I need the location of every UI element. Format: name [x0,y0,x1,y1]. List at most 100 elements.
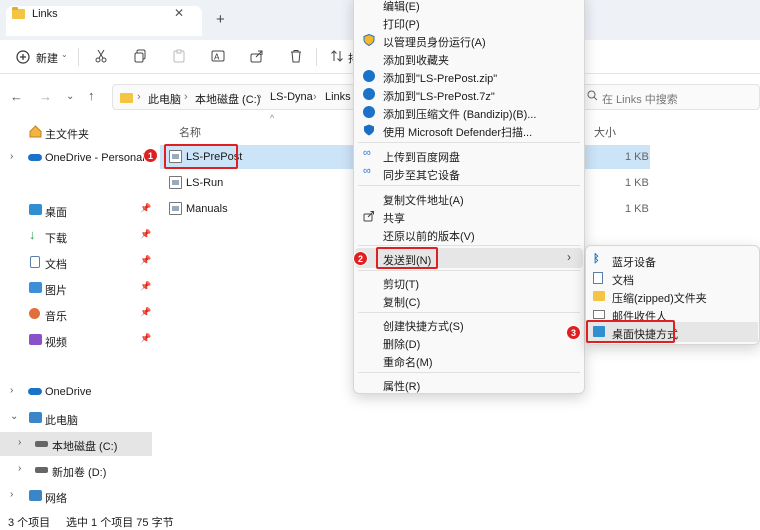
paste-icon[interactable] [170,47,188,65]
defender-shield-icon [363,124,375,136]
menu-item-create-shortcut[interactable]: 创建快捷方式(S) [355,315,583,333]
menu-item-rename[interactable]: 重命名(M) [355,351,583,369]
file-name: LS-Run [186,177,224,189]
file-size: 1 KB [625,203,649,215]
menu-item-run-as-admin[interactable]: 以管理员身份运行(A) [355,31,583,49]
forward-icon[interactable]: → [39,89,52,104]
chevron-right-icon[interactable]: › [10,151,13,162]
nav-item-videos[interactable]: 视频 📌 [0,328,152,352]
nav-item-onedrive[interactable]: › OneDrive [0,380,152,404]
chevron-down-icon[interactable]: ⌄ [10,411,18,422]
desktop-icon [29,204,42,215]
nav-item-onedrive-personal[interactable]: › OneDrive - Personal [0,146,152,170]
search-icon [587,90,598,104]
nav-label: 此电脑 [45,415,78,427]
new-tab-button[interactable]: + [216,11,225,28]
bandizip-icon [363,88,375,100]
menu-item-add-bandizip[interactable]: 添加到压缩文件 (Bandizip)(B)... [355,103,583,121]
chevron-right-icon[interactable]: › [18,437,21,448]
menu-divider [358,312,580,313]
menu-item-cut[interactable]: 剪切(T) [355,273,583,291]
nav-label: 新加卷 (D:) [52,467,107,479]
column-header-name[interactable]: 名称 [179,124,201,140]
rename-icon[interactable]: A [209,47,227,65]
back-icon[interactable]: ← [10,89,23,104]
breadcrumb-ls-dyna[interactable]: LS-Dyna [270,91,313,103]
breadcrumb-links[interactable]: Links [325,91,351,103]
nav-item-pictures[interactable]: 图片 📌 [0,276,152,300]
new-button[interactable]: 新建 [36,50,58,66]
chevron-right-icon: › [313,91,317,103]
menu-item-print[interactable]: 打印(P) [355,13,583,31]
breadcrumb-this-pc[interactable]: 此电脑 [148,91,181,107]
menu-divider [358,372,580,373]
menu-item-add-7z[interactable]: 添加到"LS-PrePost.7z" [355,85,583,103]
video-icon [29,334,42,345]
step-badge-1: 1 [143,148,158,163]
nav-item-music[interactable]: 音乐 📌 [0,302,152,326]
nav-item-local-disk[interactable]: › 本地磁盘 (C:) [0,432,152,456]
drive-icon [35,467,48,473]
close-tab-icon[interactable]: ✕ [174,6,184,20]
download-icon: ↓ [29,227,36,242]
folder-icon [12,7,25,19]
breadcrumb-local-disk[interactable]: 本地磁盘 (C:) [195,91,260,107]
nav-item-this-pc[interactable]: ⌄ 此电脑 [0,406,152,430]
menu-item-baidu-upload[interactable]: ∞ 上传到百度网盘 [355,146,583,164]
pin-icon[interactable]: 📌 [140,333,151,344]
cut-icon[interactable] [92,47,110,65]
annotation-box [586,320,675,343]
chevron-right-icon[interactable]: › [18,463,21,474]
chevron-right-icon: › [567,250,571,264]
file-name: Manuals [186,203,228,215]
menu-item-properties[interactable]: 属性(R) [355,375,583,393]
document-icon [593,272,603,284]
menu-divider [358,142,580,143]
menu-item-defender-scan[interactable]: 使用 Microsoft Defender扫描... [355,121,583,139]
chevron-right-icon[interactable]: › [10,489,13,500]
send-to-zip-folder[interactable]: 压缩(zipped)文件夹 [587,287,758,305]
sort-arrow-icon: ^ [270,113,275,123]
file-size: 1 KB [625,177,649,189]
pin-icon[interactable]: 📌 [140,255,151,266]
nav-label: 桌面 [45,207,67,219]
send-to-documents[interactable]: 文档 [587,269,758,287]
chevron-right-icon: › [258,91,262,103]
column-header-size[interactable]: 大小 [594,124,616,140]
menu-item-copy[interactable]: 复制(C) [355,291,583,309]
nav-item-network[interactable]: › 网络 [0,484,152,508]
send-to-bluetooth[interactable]: ᛒ 蓝牙设备 [587,251,758,269]
share-icon [363,210,375,222]
nav-item-desktop[interactable]: 桌面 📌 [0,198,152,222]
search-placeholder: 在 Links 中搜索 [602,94,678,106]
menu-item-add-favorites[interactable]: 添加到收藏夹 [355,49,583,67]
pin-icon[interactable]: 📌 [140,307,151,318]
menu-divider [358,270,580,271]
menu-item-share[interactable]: 共享 [355,207,583,225]
nav-item-documents[interactable]: 文档 📌 [0,250,152,274]
pin-icon[interactable]: 📌 [140,229,151,240]
delete-icon[interactable] [287,47,305,65]
nav-label: 本地磁盘 (C:) [52,441,118,453]
pin-icon[interactable]: 📌 [140,203,151,214]
pin-icon[interactable]: 📌 [140,281,151,292]
menu-item-copy-path[interactable]: 复制文件地址(A) [355,189,583,207]
nav-item-downloads[interactable]: ↓ 下载 📌 [0,224,152,248]
music-icon [29,308,40,319]
zip-folder-icon [593,291,605,301]
copy-icon[interactable] [131,47,149,65]
nav-item-home[interactable]: 主文件夹 [0,120,152,144]
chevron-right-icon[interactable]: › [10,385,13,396]
menu-item-add-zip[interactable]: 添加到"LS-PrePost.zip" [355,67,583,85]
share-icon[interactable] [248,47,266,65]
chevron-down-icon[interactable]: ⌄ [66,91,74,102]
annotation-box [376,247,438,269]
nav-item-new-volume[interactable]: › 新加卷 (D:) [0,458,152,482]
menu-item-restore-versions[interactable]: 还原以前的版本(V) [355,225,583,243]
menu-item-sync-devices[interactable]: ∞ 同步至其它设备 [355,164,583,182]
sort-icon[interactable] [328,47,346,65]
menu-item-edit[interactable]: 编辑(E) [355,0,583,13]
menu-item-delete[interactable]: 删除(D) [355,333,583,351]
up-icon[interactable]: ↑ [88,88,95,103]
nav-label: 下载 [45,233,67,245]
